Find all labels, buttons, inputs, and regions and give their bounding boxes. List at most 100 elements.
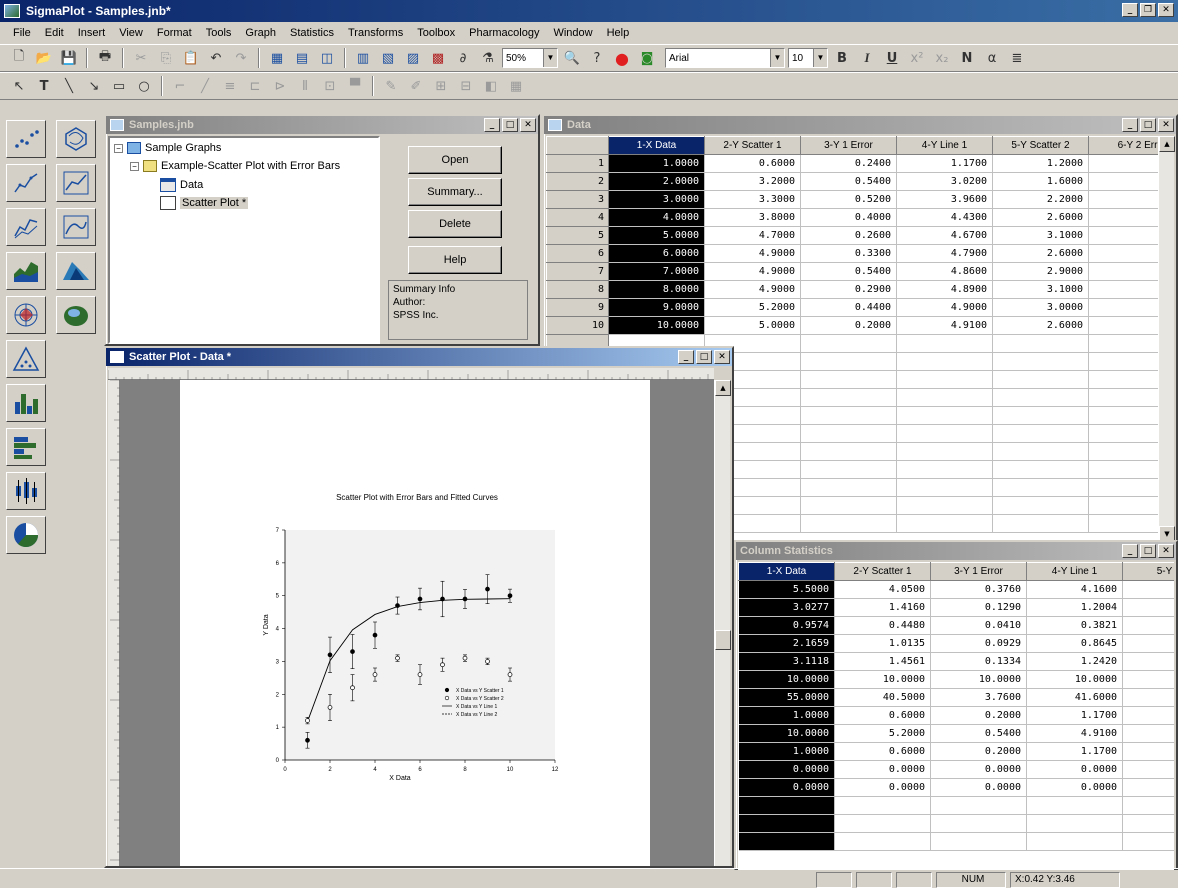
cell[interactable]: 4.9100 bbox=[1026, 724, 1123, 743]
collapse-icon[interactable]: − bbox=[114, 143, 123, 153]
column-header[interactable]: 1-X Data bbox=[608, 136, 705, 155]
row-number[interactable]: 9 bbox=[546, 298, 609, 317]
cell[interactable]: 2.6000 bbox=[992, 208, 1089, 227]
cell[interactable]: 3.8000 bbox=[704, 208, 801, 227]
cell[interactable]: 1.2004 bbox=[1026, 598, 1123, 617]
cell[interactable]: 0.4480 bbox=[834, 616, 931, 635]
add-plot-icon[interactable]: ⊟ bbox=[455, 75, 477, 97]
3d-mesh-icon[interactable] bbox=[56, 252, 96, 290]
cell[interactable] bbox=[800, 334, 897, 353]
data-maximize-button[interactable]: □ bbox=[1140, 118, 1156, 132]
tree-node-section[interactable]: − Example-Scatter Plot with Error Bars bbox=[130, 160, 340, 172]
cell[interactable]: 0.0000 bbox=[834, 778, 931, 797]
collapse-icon[interactable]: − bbox=[130, 161, 139, 171]
row-number[interactable]: 2 bbox=[546, 172, 609, 191]
save-icon[interactable]: 💾 bbox=[58, 47, 80, 69]
cell[interactable]: 4.9000 bbox=[704, 280, 801, 299]
ellipse-icon[interactable]: ○ bbox=[133, 75, 155, 97]
cell[interactable] bbox=[1122, 814, 1174, 833]
cell[interactable]: 0.0000 bbox=[1026, 760, 1123, 779]
cell[interactable]: 1.2000 bbox=[992, 154, 1089, 173]
cell[interactable]: 8.0000 bbox=[608, 280, 705, 299]
radar-plot-icon[interactable] bbox=[6, 296, 46, 334]
cell[interactable]: 4.9000 bbox=[704, 244, 801, 263]
row-number[interactable]: 5 bbox=[546, 226, 609, 245]
cell[interactable] bbox=[800, 478, 897, 497]
cell[interactable]: 1.0135 bbox=[834, 634, 931, 653]
cell[interactable]: 2.0000 bbox=[608, 172, 705, 191]
graph-close-button[interactable]: ✕ bbox=[714, 350, 730, 364]
pie-chart-icon[interactable] bbox=[6, 516, 46, 554]
cell[interactable]: 0.4000 bbox=[800, 208, 897, 227]
cell[interactable] bbox=[1088, 478, 1158, 497]
cell[interactable]: 3.2000 bbox=[704, 172, 801, 191]
cell[interactable]: 0.0000 bbox=[930, 778, 1027, 797]
menu-format[interactable]: Format bbox=[150, 27, 199, 39]
cell[interactable]: 4.7000 bbox=[704, 226, 801, 245]
cell[interactable]: 10.0000 bbox=[930, 670, 1027, 689]
column-header[interactable]: 4-Y Line 1 bbox=[896, 136, 993, 155]
cell[interactable] bbox=[800, 406, 897, 425]
cell[interactable] bbox=[800, 496, 897, 515]
cell[interactable] bbox=[1026, 796, 1123, 815]
cell[interactable] bbox=[1088, 496, 1158, 515]
cell[interactable] bbox=[1122, 724, 1174, 743]
cell[interactable]: 41.6000 bbox=[1026, 688, 1123, 707]
cell[interactable]: 3.0200 bbox=[896, 172, 993, 191]
cell[interactable]: 3.1000 bbox=[992, 226, 1089, 245]
cell[interactable] bbox=[834, 814, 931, 833]
ternary-plot-icon[interactable] bbox=[6, 340, 46, 378]
cell[interactable]: 55.0000 bbox=[738, 688, 835, 707]
menu-view[interactable]: View bbox=[112, 27, 150, 39]
open-button[interactable]: Open bbox=[408, 146, 502, 174]
data-minimize-button[interactable]: _ bbox=[1122, 118, 1138, 132]
line-scatter-icon[interactable] bbox=[56, 164, 96, 202]
cell[interactable]: 7.0000 bbox=[608, 262, 705, 281]
modify-axis-icon[interactable]: ✐ bbox=[405, 75, 427, 97]
row-number[interactable]: 3 bbox=[546, 190, 609, 209]
cell[interactable]: 6.0000 bbox=[608, 244, 705, 263]
stop-icon[interactable]: ● bbox=[611, 47, 633, 69]
cell[interactable]: 10.0000 bbox=[738, 670, 835, 689]
menu-pharmacology[interactable]: Pharmacology bbox=[462, 27, 546, 39]
stats-maximize-button[interactable]: □ bbox=[1140, 544, 1156, 558]
scatter-chart[interactable]: Scatter Plot with Error Bars and Fitted … bbox=[180, 380, 650, 866]
italic-button[interactable]: I bbox=[856, 47, 878, 69]
cell[interactable]: 4.8900 bbox=[896, 280, 993, 299]
horizontal-bar-icon[interactable] bbox=[6, 428, 46, 466]
box-plot-icon[interactable] bbox=[6, 472, 46, 510]
cell[interactable]: 0.0410 bbox=[930, 616, 1027, 635]
cell[interactable]: 4.0000 bbox=[608, 208, 705, 227]
undo-icon[interactable]: ↶ bbox=[205, 47, 227, 69]
cell[interactable] bbox=[1122, 688, 1174, 707]
cell[interactable]: 0.1 bbox=[1088, 226, 1158, 245]
line-icon[interactable]: ╲ bbox=[58, 75, 80, 97]
row-number[interactable]: 8 bbox=[546, 280, 609, 299]
cell[interactable]: 0.3760 bbox=[930, 580, 1027, 599]
column-header[interactable]: 1-X Data bbox=[738, 562, 835, 581]
context-help-icon[interactable]: ? bbox=[586, 47, 608, 69]
cell[interactable]: 0.3 bbox=[1088, 244, 1158, 263]
cell[interactable] bbox=[834, 832, 931, 851]
cell[interactable]: 1.6000 bbox=[992, 172, 1089, 191]
cell[interactable]: 2.9000 bbox=[992, 262, 1089, 281]
cell[interactable]: 3.1118 bbox=[738, 652, 835, 671]
cell[interactable]: 3.0000 bbox=[992, 298, 1089, 317]
cell[interactable]: 2.2000 bbox=[992, 190, 1089, 209]
stats-minimize-button[interactable]: _ bbox=[1122, 544, 1138, 558]
cell[interactable]: 0.5400 bbox=[930, 724, 1027, 743]
cell[interactable] bbox=[992, 370, 1089, 389]
cell[interactable] bbox=[1122, 598, 1174, 617]
cell[interactable]: 0.0000 bbox=[738, 778, 835, 797]
cell[interactable] bbox=[930, 796, 1027, 815]
row-number[interactable]: 6 bbox=[546, 244, 609, 263]
cell[interactable]: 4.9000 bbox=[704, 262, 801, 281]
scroll-thumb[interactable] bbox=[715, 630, 731, 650]
delete-button[interactable]: Delete bbox=[408, 210, 502, 238]
cell[interactable] bbox=[1088, 370, 1158, 389]
bar-chart-icon[interactable] bbox=[6, 384, 46, 422]
cell[interactable]: 1.0000 bbox=[608, 154, 705, 173]
chart-icon[interactable]: ▩ bbox=[427, 47, 449, 69]
cell[interactable]: 0.6000 bbox=[834, 706, 931, 725]
row-number[interactable]: 4 bbox=[546, 208, 609, 227]
